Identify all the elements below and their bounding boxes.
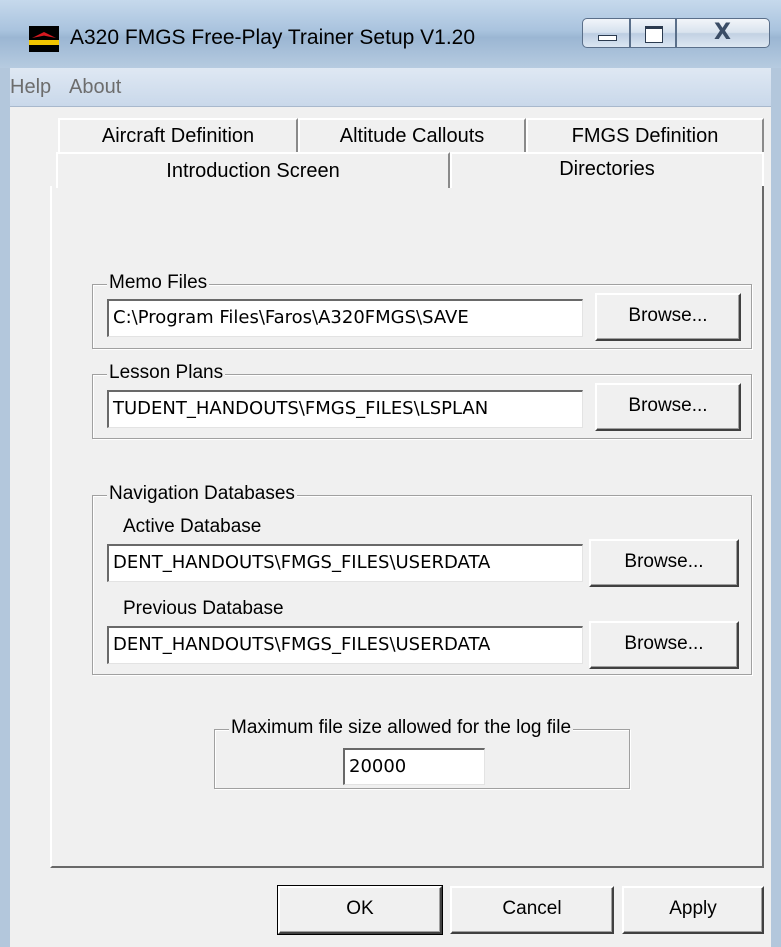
lesson-plans-group: Lesson Plans TUDENT_HANDOUTS\FMGS_FILES\… — [92, 362, 752, 439]
memo-files-group: Memo Files C:\Program Files\Faros\A320FM… — [92, 272, 752, 349]
memo-files-label: Memo Files — [107, 272, 210, 294]
setup-window: A320 FMGS Free-Play Trainer Setup V1.20 … — [0, 0, 781, 947]
maximize-button[interactable] — [630, 18, 676, 48]
app-logo-icon — [29, 26, 59, 52]
title-bar[interactable]: A320 FMGS Free-Play Trainer Setup V1.20 … — [0, 0, 781, 68]
tab-aircraft-definition[interactable]: Aircraft Definition — [58, 118, 298, 152]
menu-bar: Help About — [10, 68, 771, 107]
lesson-plans-input[interactable]: TUDENT_HANDOUTS\FMGS_FILES\LSPLAN — [107, 390, 583, 428]
active-database-input[interactable]: DENT_HANDOUTS\FMGS_FILES\USERDATA — [107, 544, 583, 582]
menu-about[interactable]: About — [69, 76, 121, 99]
previous-browse-button[interactable]: Browse... — [589, 621, 739, 669]
client-area: Help About Aircraft Definition Altitude … — [10, 68, 771, 947]
log-file-size-input[interactable]: 20000 — [343, 748, 485, 785]
tab-fmgs-definition[interactable]: FMGS Definition — [526, 118, 764, 152]
previous-database-input[interactable]: DENT_HANDOUTS\FMGS_FILES\USERDATA — [107, 626, 583, 664]
cancel-button[interactable]: Cancel — [450, 886, 614, 934]
lesson-browse-button[interactable]: Browse... — [595, 383, 741, 431]
close-icon: X — [714, 20, 731, 45]
tab-altitude-callouts[interactable]: Altitude Callouts — [298, 118, 526, 152]
apply-button[interactable]: Apply — [622, 886, 764, 934]
close-button[interactable]: X — [676, 18, 770, 48]
log-file-size-label: Maximum file size allowed for the log fi… — [229, 717, 574, 739]
previous-database-label: Previous Database — [123, 598, 284, 619]
ok-button[interactable]: OK — [277, 885, 443, 935]
maximize-icon — [645, 26, 663, 43]
navigation-databases-group: Navigation Databases Active Database DEN… — [92, 483, 752, 675]
minimize-icon — [598, 35, 617, 41]
window-frame-left — [0, 68, 10, 947]
navigation-databases-label: Navigation Databases — [107, 483, 297, 505]
window-title: A320 FMGS Free-Play Trainer Setup V1.20 — [70, 26, 476, 49]
memo-browse-button[interactable]: Browse... — [595, 293, 741, 341]
minimize-button[interactable] — [582, 18, 630, 48]
tab-directories[interactable]: Directories — [450, 152, 764, 188]
window-frame-right — [771, 68, 781, 947]
active-database-label: Active Database — [123, 516, 262, 537]
active-browse-button[interactable]: Browse... — [589, 539, 739, 587]
menu-help[interactable]: Help — [10, 76, 51, 99]
lesson-plans-label: Lesson Plans — [107, 362, 226, 384]
memo-files-input[interactable]: C:\Program Files\Faros\A320FMGS\SAVE — [107, 299, 583, 337]
log-file-size-group: Maximum file size allowed for the log fi… — [214, 717, 630, 789]
tab-introduction-screen[interactable]: Introduction Screen — [56, 152, 450, 188]
